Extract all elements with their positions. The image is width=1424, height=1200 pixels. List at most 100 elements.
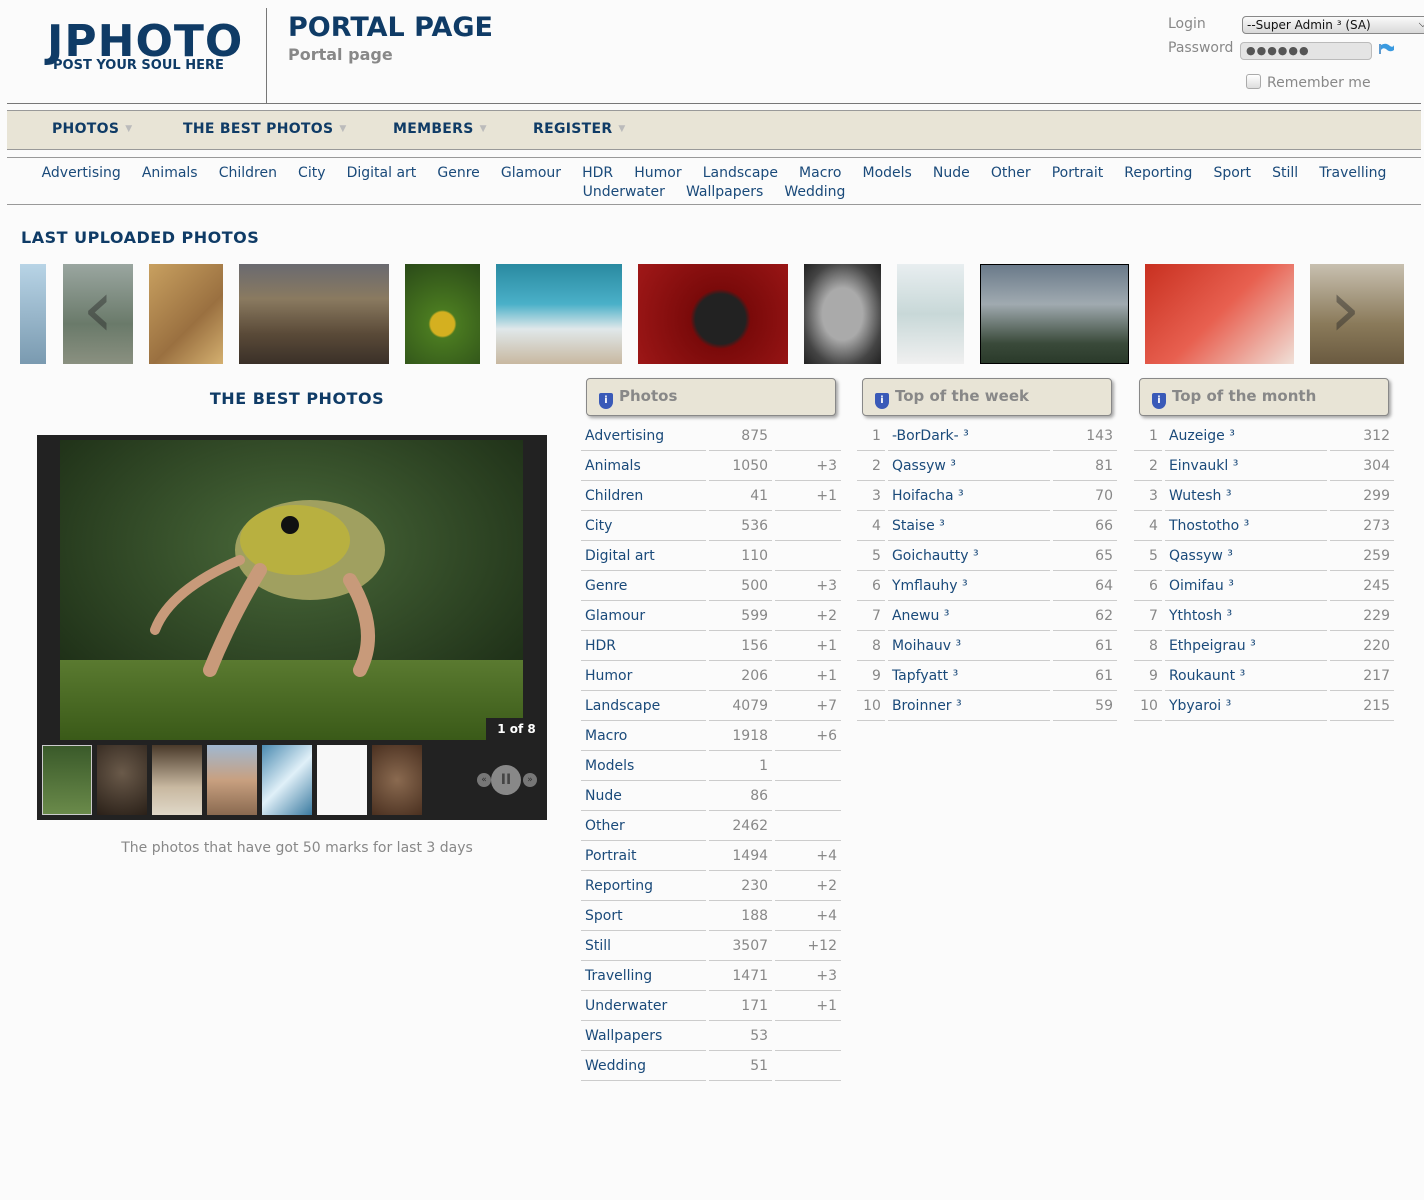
table-row: 4 Staise ³ 66 [857,511,1117,541]
filmstrip-thumb[interactable] [262,745,312,815]
category-link[interactable]: Wedding [784,184,845,200]
category-link[interactable]: Advertising [42,165,121,181]
user-link[interactable]: Broinner ³ [887,691,1050,721]
prev-arrow-icon[interactable]: ‹ [63,264,133,364]
category-name-link[interactable]: Reporting [581,871,706,901]
category-name-link[interactable]: Macro [581,721,706,751]
remember-me[interactable]: Remember me [1246,74,1371,91]
user-link[interactable]: Moihauv ³ [887,631,1050,661]
category-link[interactable]: Wallpapers [686,184,763,200]
filmstrip-thumb[interactable] [97,745,147,815]
thumbnail-image[interactable] [239,264,389,364]
next-arrow-icon[interactable]: › [1310,264,1380,364]
category-name-link[interactable]: Glamour [581,601,706,631]
category-name-link[interactable]: Humor [581,661,706,691]
filmstrip-thumb[interactable] [207,745,257,815]
category-link[interactable]: Genre [437,165,479,181]
user-link[interactable]: Einvaukl ³ [1164,451,1327,481]
category-link[interactable]: Portrait [1052,165,1103,181]
thumbnail-image[interactable] [1145,264,1294,364]
category-name-link[interactable]: Sport [581,901,706,931]
thumbnail-image[interactable] [897,264,964,364]
thumbnail-image[interactable] [149,264,223,364]
login-submit-icon[interactable] [1378,42,1396,58]
pause-icon[interactable]: II [491,765,521,795]
category-link[interactable]: Sport [1213,165,1251,181]
user-link[interactable]: Thostotho ³ [1164,511,1327,541]
category-link[interactable]: Humor [634,165,681,181]
nav-photos[interactable]: PHOTOS ▼ [52,121,132,137]
category-name-link[interactable]: Animals [581,451,706,481]
user-link[interactable]: Wutesh ³ [1164,481,1327,511]
user-link[interactable]: Oimifau ³ [1164,571,1327,601]
category-name-link[interactable]: Nude [581,781,706,811]
user-score: 65 [1052,541,1117,571]
remember-checkbox[interactable] [1246,74,1261,89]
category-name-link[interactable]: Still [581,931,706,961]
slideshow-main-photo[interactable] [60,440,523,740]
thumbnail-image[interactable] [496,264,622,364]
category-name-link[interactable]: Travelling [581,961,706,991]
user-link[interactable]: Ythtosh ³ [1164,601,1327,631]
site-logo[interactable]: JPHOTO POST YOUR SOUL HERE [47,20,242,74]
nav-members[interactable]: MEMBERS ▼ [393,121,487,137]
category-name-link[interactable]: Underwater [581,991,706,1021]
category-link[interactable]: Models [863,165,912,181]
user-link[interactable]: Qassyw ³ [887,451,1050,481]
filmstrip-thumb[interactable] [42,745,92,815]
nav-register[interactable]: REGISTER ▼ [533,121,626,137]
category-link[interactable]: Underwater [583,184,665,200]
category-name-link[interactable]: Landscape [581,691,706,721]
user-link[interactable]: Auzeige ³ [1164,421,1327,451]
category-link[interactable]: HDR [582,165,613,181]
category-link[interactable]: Travelling [1319,165,1386,181]
filmstrip-thumb[interactable] [372,745,422,815]
filmstrip-thumb[interactable] [317,745,367,815]
category-link[interactable]: Nude [933,165,970,181]
thumbnail-image[interactable] [638,264,788,364]
user-link[interactable]: Staise ³ [887,511,1050,541]
category-link[interactable]: Glamour [501,165,561,181]
user-link[interactable]: Roukaunt ³ [1164,661,1327,691]
prev-icon[interactable]: « [477,773,491,787]
category-name-link[interactable]: Advertising [581,421,706,451]
thumbnail-image[interactable] [20,264,46,364]
user-link[interactable]: Tapfyatt ³ [887,661,1050,691]
category-name-link[interactable]: HDR [581,631,706,661]
user-link[interactable]: Ybyaroi ³ [1164,691,1327,721]
category-name-link[interactable]: Children [581,481,706,511]
filmstrip-thumb[interactable] [152,745,202,815]
category-name-link[interactable]: Models [581,751,706,781]
nav-best-photos[interactable]: THE BEST PHOTOS ▼ [183,121,347,137]
password-field[interactable]: ●●●●●● [1240,42,1372,60]
category-link[interactable]: Still [1272,165,1298,181]
category-name-link[interactable]: Digital art [581,541,706,571]
thumbnail-image[interactable] [804,264,881,364]
user-link[interactable]: Ymflauhy ³ [887,571,1050,601]
user-link[interactable]: -BorDark- ³ [887,421,1050,451]
category-name-link[interactable]: Other [581,811,706,841]
category-name-link[interactable]: Wedding [581,1051,706,1081]
login-select[interactable]: --Super Admin ³ (SA) ⌵ [1242,16,1424,34]
category-link[interactable]: Digital art [347,165,417,181]
user-link[interactable]: Qassyw ³ [1164,541,1327,571]
category-name-link[interactable]: City [581,511,706,541]
thumbnail-image[interactable] [980,264,1129,364]
next-icon[interactable]: » [523,773,537,787]
category-name-link[interactable]: Genre [581,571,706,601]
category-link[interactable]: Other [991,165,1031,181]
category-link[interactable]: City [298,165,325,181]
category-link[interactable]: Reporting [1124,165,1192,181]
user-link[interactable]: Goichautty ³ [887,541,1050,571]
category-link[interactable]: Children [219,165,277,181]
category-name-link[interactable]: Portrait [581,841,706,871]
user-score: 304 [1329,451,1394,481]
category-link[interactable]: Animals [142,165,198,181]
user-link[interactable]: Ethpeigrau ³ [1164,631,1327,661]
category-name-link[interactable]: Wallpapers [581,1021,706,1051]
category-link[interactable]: Landscape [703,165,778,181]
category-link[interactable]: Macro [799,165,841,181]
thumbnail-image[interactable] [405,264,480,364]
user-link[interactable]: Anewu ³ [887,601,1050,631]
user-link[interactable]: Hoifacha ³ [887,481,1050,511]
